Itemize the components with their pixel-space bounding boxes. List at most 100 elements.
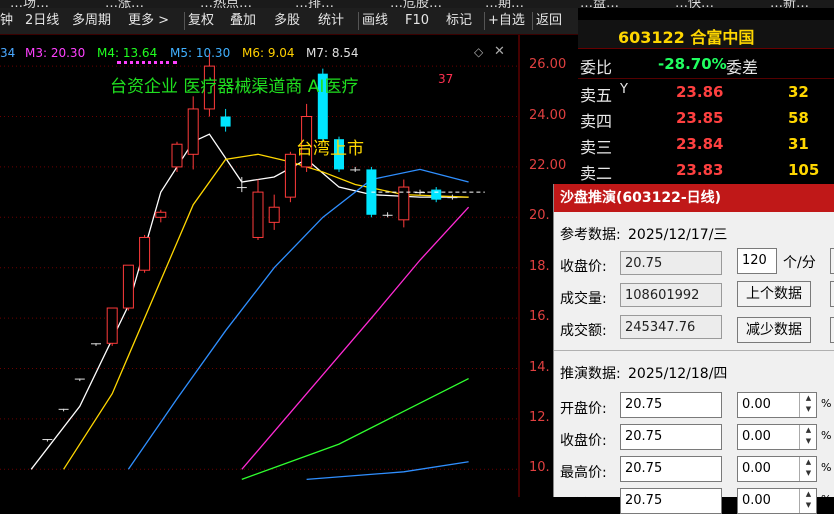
candle — [382, 212, 393, 218]
spin-up-icon[interactable]: ▲ — [800, 489, 817, 500]
deduce-label: 推演数据: — [560, 366, 621, 382]
candle-body — [106, 307, 118, 344]
spin-down-icon[interactable]: ▼ — [800, 500, 817, 511]
candle-body — [350, 169, 361, 171]
price-label: 22.00 — [529, 157, 567, 173]
candle-body — [155, 211, 167, 218]
top-tab-3[interactable]: …排… — [295, 0, 334, 8]
toolbar-item-12[interactable]: 返回 — [536, 11, 562, 31]
ref-date: 2025/12/17/三 — [628, 227, 728, 243]
price-label: 16. — [529, 309, 550, 325]
spin-up-icon[interactable]: ▲ — [800, 425, 817, 436]
price-label: 26.00 — [529, 57, 567, 73]
dialog-divider — [554, 350, 834, 351]
candle-body — [236, 187, 247, 189]
price-label: 24.00 — [529, 107, 567, 123]
ask-volume: 58 — [788, 109, 809, 127]
ask-label: 卖四 — [580, 112, 613, 131]
candle-body — [42, 439, 53, 441]
toolbar-item-7[interactable]: 统计 — [318, 11, 344, 31]
top-tab-7[interactable]: …快… — [675, 0, 714, 8]
toolbar-item-0[interactable]: 钟 — [0, 11, 13, 31]
toolbar-item-2[interactable]: 多周期 — [72, 11, 111, 31]
toolbar-item-3[interactable]: 更多 > — [128, 11, 169, 31]
spin-up-icon[interactable]: ▲ — [800, 393, 817, 404]
toolbar-item-5[interactable]: 叠加 — [230, 11, 256, 31]
toolbar-item-10[interactable]: 标记 — [446, 11, 472, 31]
toolbar-item-9[interactable]: F10 — [405, 11, 429, 31]
candle-body — [284, 153, 296, 198]
extra-button-3[interactable] — [830, 317, 834, 343]
open-pct-value: 0.00 — [742, 397, 771, 412]
prev-data-button[interactable]: 上个数据 — [737, 281, 811, 307]
volume-value-field: 108601992 — [620, 283, 722, 307]
candle-body — [187, 108, 199, 155]
high-spinner[interactable]: ▲ ▼ — [799, 457, 817, 481]
low-spinner[interactable]: ▲ ▼ — [799, 489, 817, 513]
weibi-row: 委比 -28.70% 委差 — [578, 52, 834, 79]
open-spinner[interactable]: ▲ ▼ — [799, 393, 817, 417]
ask-volume: 32 — [788, 83, 809, 101]
ask-row[interactable]: 卖四 23.85 58 — [578, 106, 834, 132]
top-tab-1[interactable]: …涨… — [105, 0, 144, 8]
candle — [122, 264, 134, 311]
spin-down-icon[interactable]: ▼ — [800, 436, 817, 447]
candle — [42, 439, 53, 442]
toolbar-item-1[interactable]: 2日线 — [25, 11, 59, 31]
chart-toolbar: 钟 2日线 多周期 更多 > 复权 叠加 多股 统计 画线 F10 标记 +自选 返回 — [0, 8, 578, 35]
ask-row[interactable]: 卖五 Y 23.86 32 — [578, 80, 834, 106]
pct-sign: % — [821, 397, 832, 410]
toolbar-separator — [358, 12, 359, 30]
price-label: 14. — [529, 359, 550, 375]
reduce-data-button[interactable]: 减少数据 — [737, 317, 811, 343]
quote-header: 603122 合富中国 — [578, 20, 834, 49]
amount-label: 成交额: — [560, 323, 607, 339]
candle-body — [447, 197, 458, 199]
candle — [74, 378, 85, 382]
top-tab-2[interactable]: …热点… — [200, 0, 252, 8]
dialog-title-bar[interactable]: 沙盘推演(603122-日线) — [554, 184, 834, 212]
ask-volume: 31 — [788, 135, 809, 153]
candle-body — [252, 191, 264, 238]
high-price-input[interactable]: 20.75 — [620, 456, 722, 482]
candle-body — [74, 378, 85, 380]
ask-row[interactable]: 卖三 23.84 31 — [578, 132, 834, 158]
top-tab-8[interactable]: …新… — [770, 0, 809, 8]
top-tab-4[interactable]: …危股… — [390, 0, 442, 8]
toolbar-item-8[interactable]: 画线 — [362, 11, 388, 31]
candle — [139, 234, 151, 273]
pct-sign: % — [821, 461, 832, 474]
ask-label: 卖三 — [580, 138, 613, 157]
extra-button-1[interactable] — [830, 248, 834, 274]
open-price-input[interactable]: 20.75 — [620, 392, 722, 418]
extra-button-2[interactable] — [830, 281, 834, 307]
top-tab-5[interactable]: …期… — [485, 0, 524, 8]
close-value-field: 20.75 — [620, 251, 722, 275]
per-value-input[interactable]: 120 — [737, 248, 777, 274]
deduce-date: 2025/12/18/四 — [628, 366, 728, 382]
candle — [268, 194, 280, 230]
top-tab-0[interactable]: …场… — [10, 0, 49, 8]
close2-spinner[interactable]: ▲ ▼ — [799, 425, 817, 449]
spin-down-icon[interactable]: ▼ — [800, 404, 817, 415]
candle-body — [139, 236, 151, 271]
candle — [106, 307, 118, 346]
concept-annotation: 台资企业 医疗器械渠道商 AI医疗 — [110, 77, 359, 97]
ask-price: 23.83 — [676, 161, 724, 179]
spin-up-icon[interactable]: ▲ — [800, 457, 817, 468]
ask-label: 卖二 — [580, 164, 613, 183]
spin-down-icon[interactable]: ▼ — [800, 468, 817, 479]
ask-price: 23.84 — [676, 135, 724, 153]
price-label: 12. — [529, 409, 550, 425]
toolbar-item-11[interactable]: +自选 — [488, 11, 525, 31]
low-price-input[interactable]: 20.75 — [620, 488, 722, 514]
candle — [431, 187, 442, 203]
toolbar-item-4[interactable]: 复权 — [188, 11, 214, 31]
close2-price-input[interactable]: 20.75 — [620, 424, 722, 450]
kline-chart[interactable] — [0, 35, 578, 497]
toolbar-separator — [532, 12, 533, 30]
ask-row[interactable]: 卖二 23.83 105 — [578, 158, 834, 184]
toolbar-item-6[interactable]: 多股 — [274, 11, 300, 31]
top-tab-6[interactable]: …盘… — [580, 0, 619, 8]
candle — [220, 108, 231, 132]
